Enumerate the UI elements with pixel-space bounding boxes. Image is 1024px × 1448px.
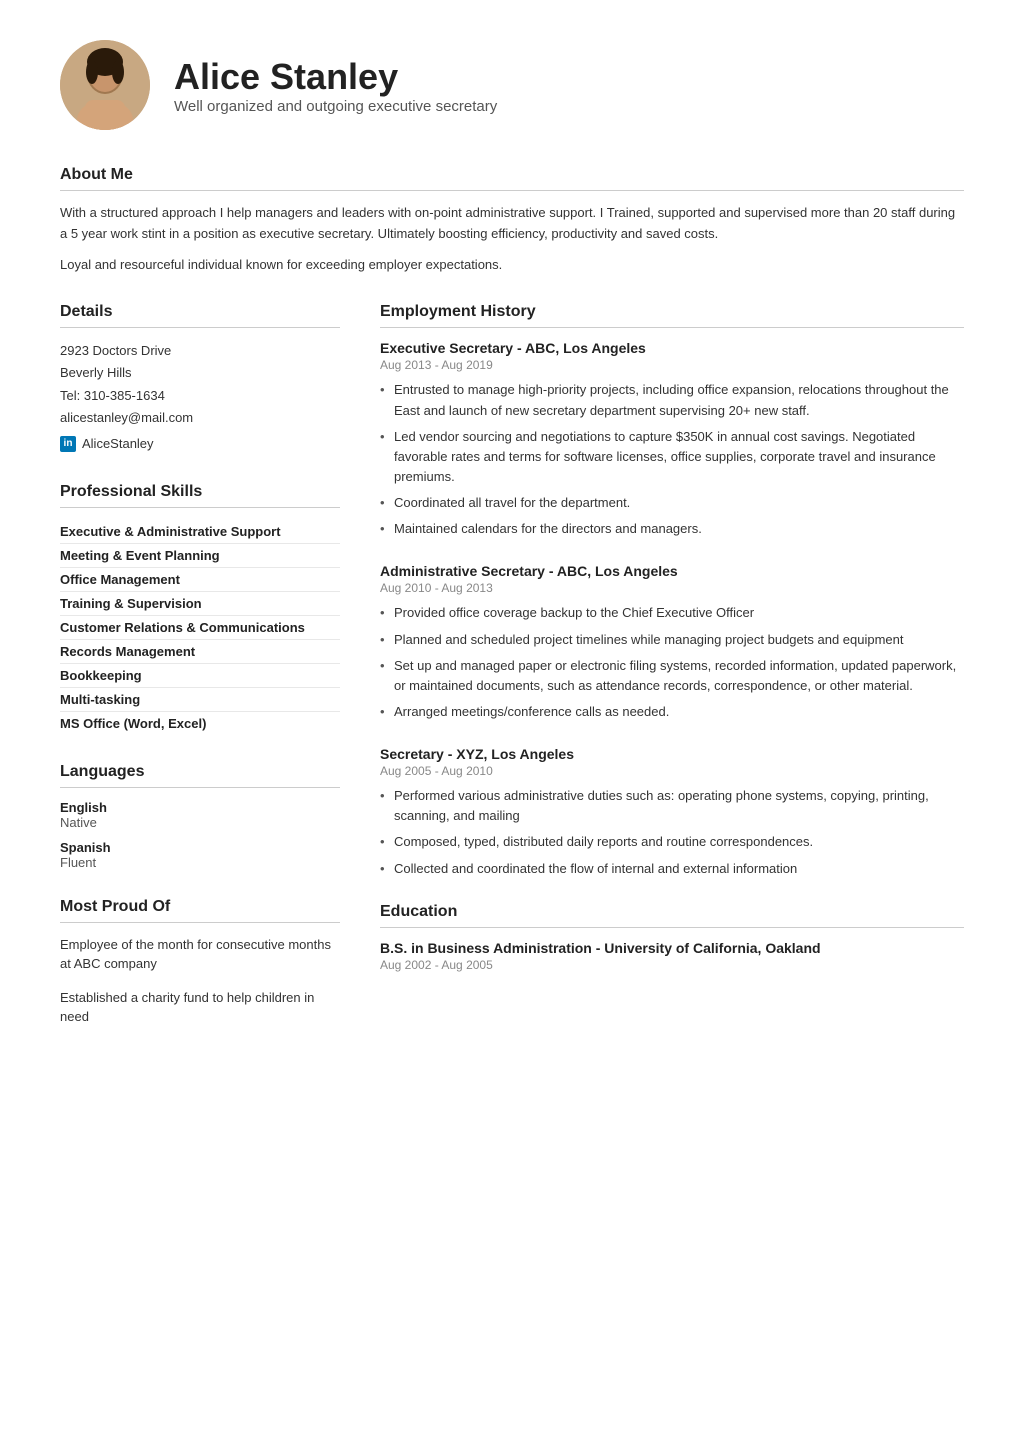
linkedin-handle: AliceStanley bbox=[82, 433, 154, 455]
about-section: About Me With a structured approach I he… bbox=[60, 166, 964, 275]
skill-item: Customer Relations & Communications bbox=[60, 616, 340, 640]
skills-list: Executive & Administrative SupportMeetin… bbox=[60, 520, 340, 735]
proud-section: Most Proud Of Employee of the month for … bbox=[60, 898, 340, 1027]
job-bullet: Coordinated all travel for the departmen… bbox=[380, 493, 964, 513]
edu-title: B.S. in Business Administration - Univer… bbox=[380, 940, 964, 956]
resume-header: Alice Stanley Well organized and outgoin… bbox=[60, 40, 964, 130]
job-bullet: Provided office coverage backup to the C… bbox=[380, 603, 964, 623]
job-dates: Aug 2010 - Aug 2013 bbox=[380, 581, 964, 595]
language-item: SpanishFluent bbox=[60, 840, 340, 870]
edu-block: B.S. in Business Administration - Univer… bbox=[380, 940, 964, 972]
job-dates: Aug 2005 - Aug 2010 bbox=[380, 764, 964, 778]
proud-item: Established a charity fund to help child… bbox=[60, 988, 340, 1027]
skills-section: Professional Skills Executive & Administ… bbox=[60, 483, 340, 735]
language-item: EnglishNative bbox=[60, 800, 340, 830]
right-column: Employment History Executive Secretary -… bbox=[380, 303, 964, 1054]
job-bullet: Maintained calendars for the directors a… bbox=[380, 519, 964, 539]
avatar bbox=[60, 40, 150, 130]
job-title: Administrative Secretary - ABC, Los Ange… bbox=[380, 563, 964, 579]
lang-name: English bbox=[60, 800, 340, 815]
job-bullet: Led vendor sourcing and negotiations to … bbox=[380, 427, 964, 487]
skill-item: Training & Supervision bbox=[60, 592, 340, 616]
edu-dates: Aug 2002 - Aug 2005 bbox=[380, 958, 964, 972]
skill-item: Office Management bbox=[60, 568, 340, 592]
skill-item: Executive & Administrative Support bbox=[60, 520, 340, 544]
employment-section: Employment History Executive Secretary -… bbox=[380, 303, 964, 878]
job-bullet: Entrusted to manage high-priority projec… bbox=[380, 380, 964, 420]
two-col-layout: Details 2923 Doctors Drive Beverly Hills… bbox=[60, 303, 964, 1054]
employment-title: Employment History bbox=[380, 303, 964, 328]
languages-section: Languages EnglishNative SpanishFluent bbox=[60, 763, 340, 870]
job-block: Administrative Secretary - ABC, Los Ange… bbox=[380, 563, 964, 722]
details-title: Details bbox=[60, 303, 340, 328]
header-text: Alice Stanley Well organized and outgoin… bbox=[174, 56, 497, 115]
job-title: Secretary - XYZ, Los Angeles bbox=[380, 746, 964, 762]
skills-title: Professional Skills bbox=[60, 483, 340, 508]
job-bullet: Collected and coordinated the flow of in… bbox=[380, 859, 964, 879]
lang-level: Native bbox=[60, 815, 340, 830]
telephone: Tel: 310-385-1634 bbox=[60, 385, 340, 407]
job-bullet: Composed, typed, distributed daily repor… bbox=[380, 832, 964, 852]
proud-list: Employee of the month for consecutive mo… bbox=[60, 935, 340, 1027]
proud-title: Most Proud Of bbox=[60, 898, 340, 923]
about-para1: With a structured approach I help manage… bbox=[60, 203, 964, 245]
jobs-list: Executive Secretary - ABC, Los Angeles Au… bbox=[380, 340, 964, 878]
skill-item: Multi-tasking bbox=[60, 688, 340, 712]
about-title: About Me bbox=[60, 166, 964, 191]
job-bullets: Provided office coverage backup to the C… bbox=[380, 603, 964, 722]
skill-item: MS Office (Word, Excel) bbox=[60, 712, 340, 735]
job-bullet: Performed various administrative duties … bbox=[380, 786, 964, 826]
job-bullet: Set up and managed paper or electronic f… bbox=[380, 656, 964, 696]
about-para2: Loyal and resourceful individual known f… bbox=[60, 255, 964, 276]
job-block: Executive Secretary - ABC, Los Angeles Au… bbox=[380, 340, 964, 539]
email: alicestanley@mail.com bbox=[60, 407, 340, 429]
job-bullets: Performed various administrative duties … bbox=[380, 786, 964, 879]
job-dates: Aug 2013 - Aug 2019 bbox=[380, 358, 964, 372]
lang-name: Spanish bbox=[60, 840, 340, 855]
linkedin-icon: in bbox=[60, 436, 76, 452]
job-title-header: Well organized and outgoing executive se… bbox=[174, 98, 497, 115]
job-bullets: Entrusted to manage high-priority projec… bbox=[380, 380, 964, 539]
education-section: Education B.S. in Business Administratio… bbox=[380, 903, 964, 972]
details-section: Details 2923 Doctors Drive Beverly Hills… bbox=[60, 303, 340, 454]
job-title: Executive Secretary - ABC, Los Angeles bbox=[380, 340, 964, 356]
education-title: Education bbox=[380, 903, 964, 928]
job-bullet: Planned and scheduled project timelines … bbox=[380, 630, 964, 650]
lang-level: Fluent bbox=[60, 855, 340, 870]
skill-item: Bookkeeping bbox=[60, 664, 340, 688]
left-column: Details 2923 Doctors Drive Beverly Hills… bbox=[60, 303, 340, 1054]
proud-item: Employee of the month for consecutive mo… bbox=[60, 935, 340, 974]
skill-item: Meeting & Event Planning bbox=[60, 544, 340, 568]
job-block: Secretary - XYZ, Los Angeles Aug 2005 - A… bbox=[380, 746, 964, 879]
education-list: B.S. in Business Administration - Univer… bbox=[380, 940, 964, 972]
full-name: Alice Stanley bbox=[174, 56, 497, 98]
languages-title: Languages bbox=[60, 763, 340, 788]
address2: Beverly Hills bbox=[60, 362, 340, 384]
address1: 2923 Doctors Drive bbox=[60, 340, 340, 362]
job-bullet: Arranged meetings/conference calls as ne… bbox=[380, 702, 964, 722]
languages-list: EnglishNative SpanishFluent bbox=[60, 800, 340, 870]
skill-item: Records Management bbox=[60, 640, 340, 664]
linkedin-row: in AliceStanley bbox=[60, 433, 340, 455]
